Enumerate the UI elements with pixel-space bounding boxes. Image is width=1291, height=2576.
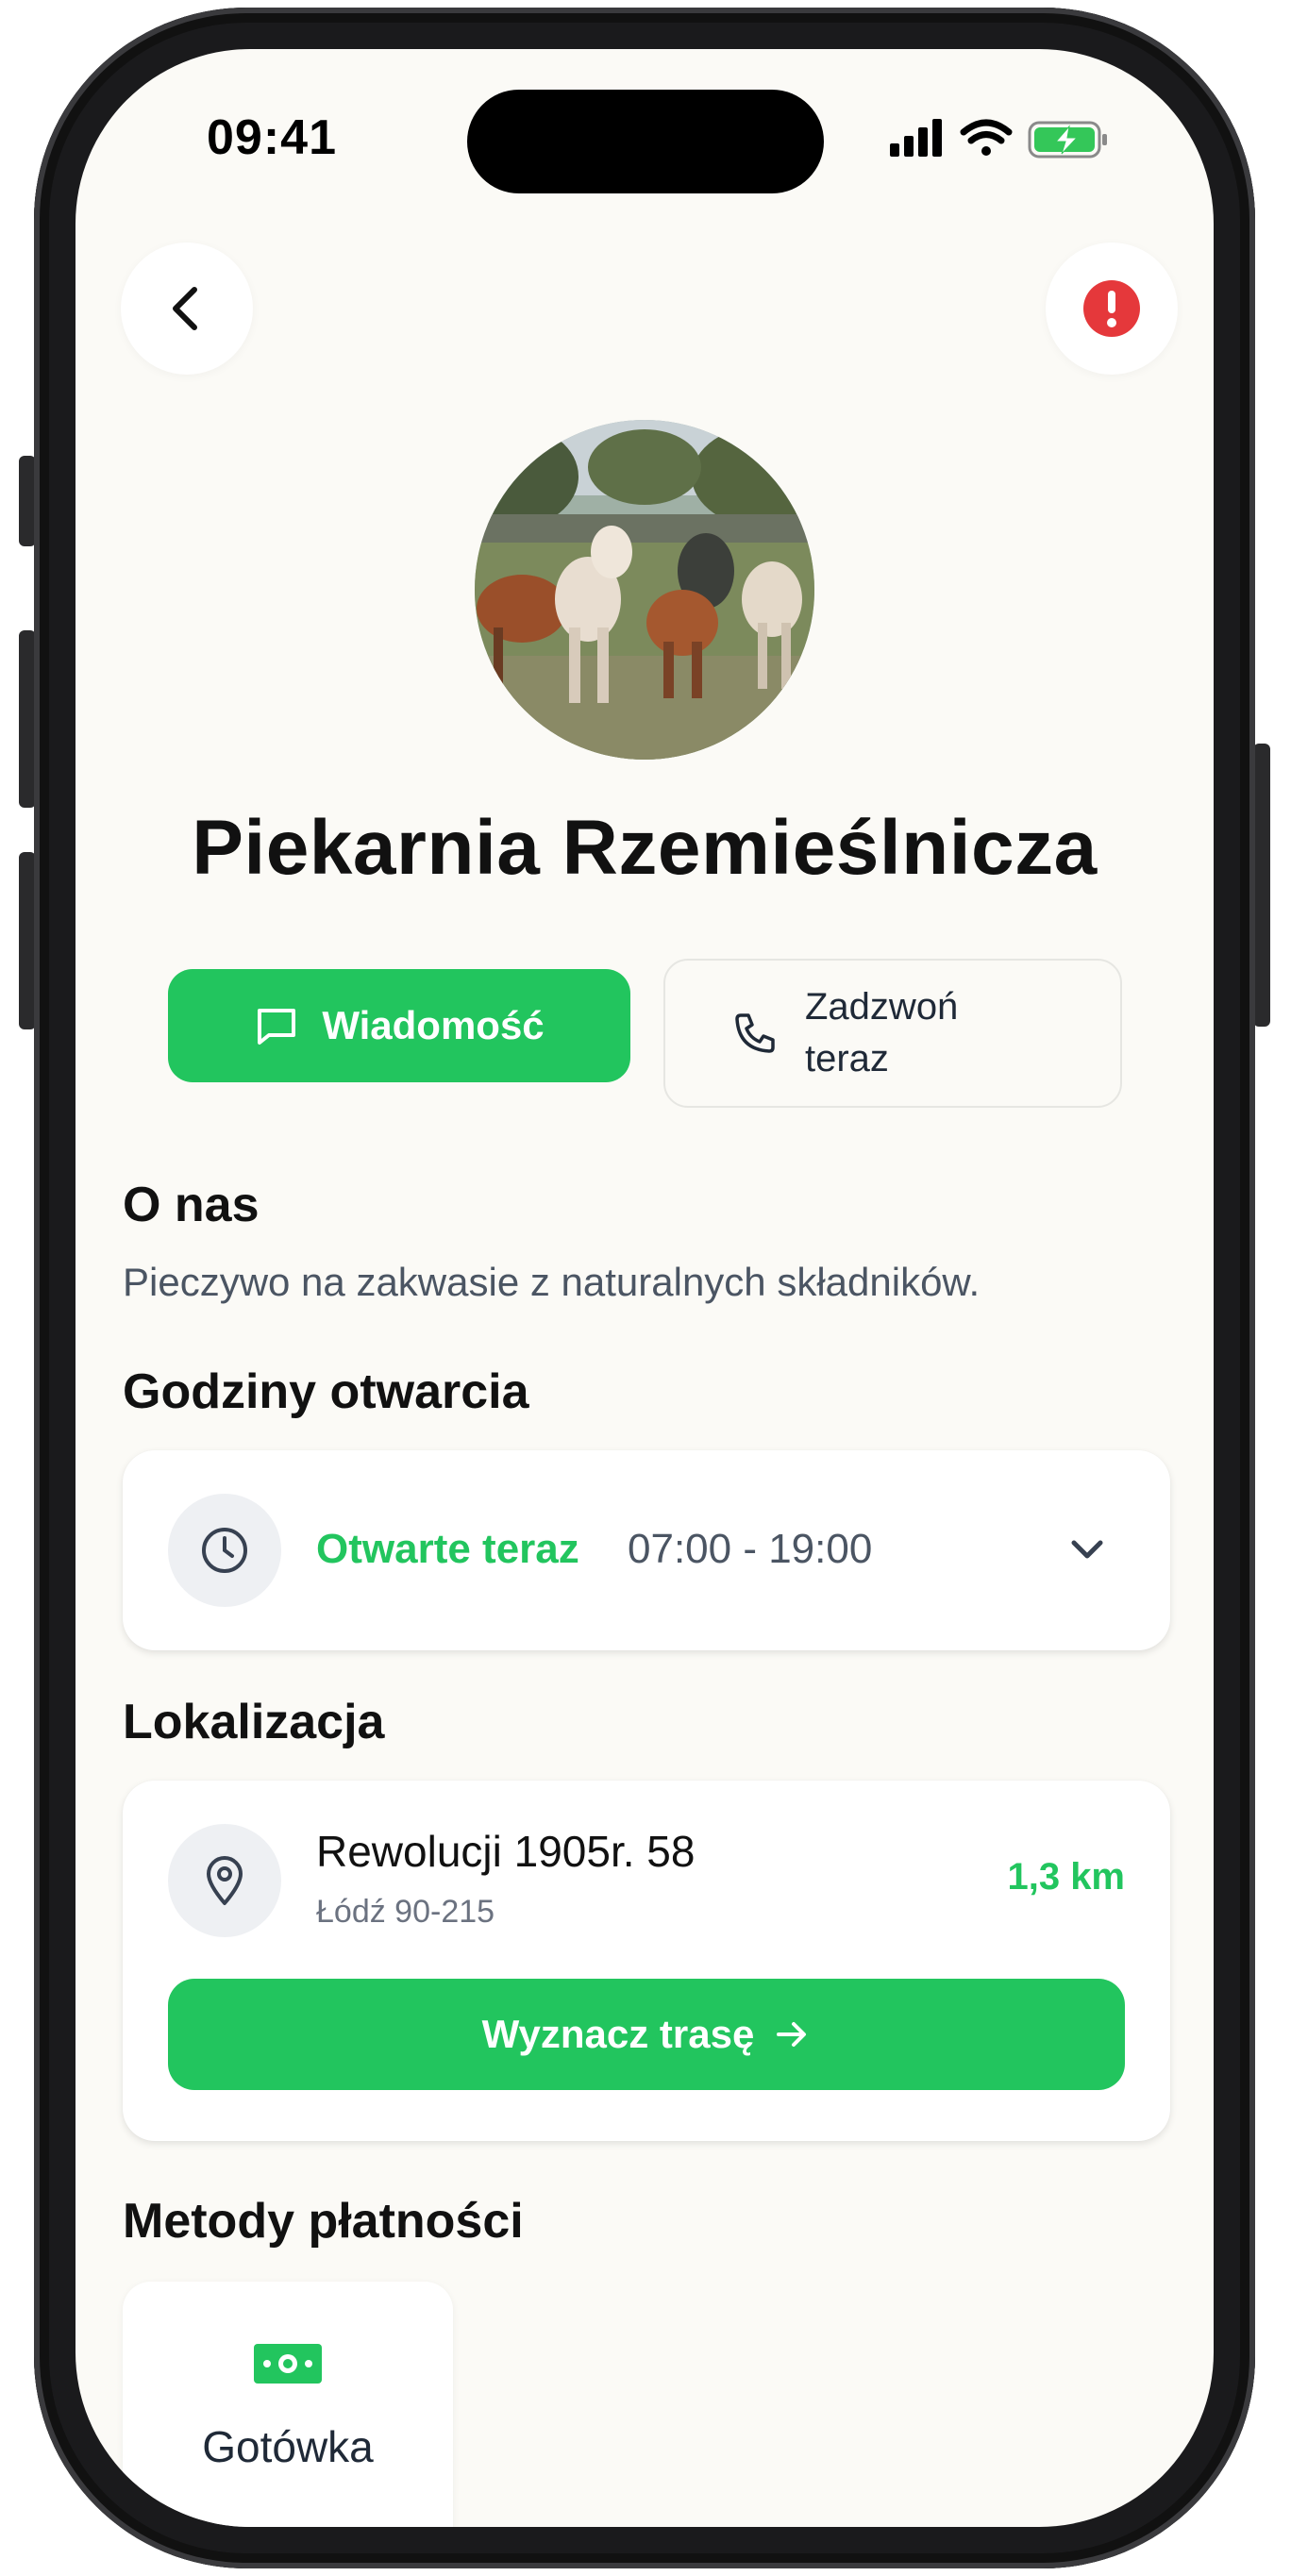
call-button-label: Zadzwoń teraz [805, 986, 959, 1079]
address-city: Łódź 90-215 [316, 1894, 495, 1930]
address-street: Rewolucji 1905r. 58 [316, 1827, 696, 1876]
cash-icon [254, 2344, 322, 2384]
battery-charging-icon [1028, 121, 1107, 159]
route-button-label: Wyznacz trasę [481, 2012, 755, 2056]
app-screen: 09:41 Piekarnia Rzemieślnicza Wiadomość … [75, 49, 1214, 2527]
opening-hours: 07:00 - 19:00 [628, 1526, 873, 1572]
payment-method-cash[interactable]: Gotówka [123, 2282, 453, 2527]
payments-heading: Metody płatności [123, 2194, 524, 2249]
hours-heading: Godziny otwarcia [123, 1364, 529, 1419]
exclamation-circle-icon [1083, 280, 1140, 337]
location-pin-icon [207, 1856, 243, 1905]
call-button[interactable]: Zadzwoń teraz [663, 959, 1122, 1108]
status-icons [890, 119, 1107, 159]
route-button[interactable]: Wyznacz trasę [168, 1979, 1125, 2090]
dynamic-island [467, 90, 824, 193]
wifi-icon [960, 119, 1013, 156]
about-text: Pieczywo na zakwasie z naturalnych skład… [123, 1260, 981, 1304]
page-title: Piekarnia Rzemieślnicza [192, 805, 1098, 891]
phone-icon [735, 1013, 775, 1053]
clock-icon-wrapper [168, 1494, 281, 1607]
power-button [1253, 744, 1270, 1027]
pin-icon-wrapper [168, 1824, 281, 1937]
location-card: Rewolucji 1905r. 58 Łódź 90-215 1,3 km W… [123, 1781, 1170, 2141]
payment-method-label: Gotówka [202, 2422, 374, 2471]
message-button-label: Wiadomość [322, 1003, 545, 1047]
message-icon [258, 1009, 296, 1045]
about-heading: O nas [123, 1178, 260, 1232]
signal-icon [890, 119, 942, 157]
clock-icon [202, 1528, 247, 1573]
chevron-down-icon[interactable] [1066, 1533, 1108, 1567]
hours-card[interactable]: Otwarte teraz 07:00 - 19:00 [123, 1450, 1170, 1650]
message-button[interactable]: Wiadomość [168, 969, 630, 1082]
arrow-right-icon [777, 2022, 807, 2047]
distance-label: 1,3 km [1007, 1856, 1125, 1898]
cows-photo [475, 420, 814, 760]
avatar [475, 420, 814, 760]
status-time: 09:41 [207, 110, 337, 165]
location-heading: Lokalizacja [123, 1695, 385, 1749]
back-button[interactable] [121, 243, 253, 375]
chevron-left-icon [173, 287, 197, 330]
open-status: Otwarte teraz [316, 1526, 579, 1572]
report-button[interactable] [1046, 243, 1178, 375]
